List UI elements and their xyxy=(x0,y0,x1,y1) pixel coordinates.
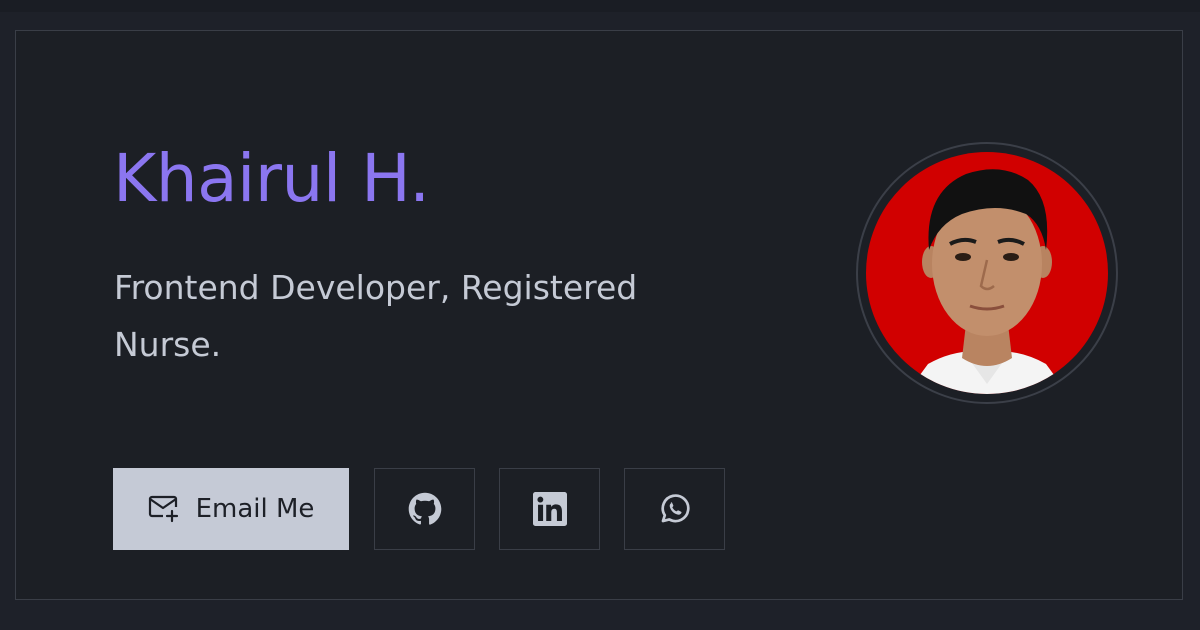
email-me-button[interactable]: Email Me xyxy=(113,468,349,550)
mail-plus-icon xyxy=(148,494,180,524)
whatsapp-button[interactable] xyxy=(624,468,725,550)
profile-subtitle: Frontend Developer, Registered Nurse. xyxy=(114,268,638,364)
profile-card: Khairul H. Frontend Developer, Registere… xyxy=(15,30,1183,600)
email-me-label: Email Me xyxy=(195,494,315,524)
avatar-photo xyxy=(866,152,1108,394)
whatsapp-icon xyxy=(658,492,692,526)
top-strip xyxy=(0,0,1200,12)
avatar-ring xyxy=(856,142,1118,404)
page: Khairul H. Frontend Developer, Registere… xyxy=(0,0,1200,630)
avatar xyxy=(866,152,1108,394)
linkedin-button[interactable] xyxy=(499,468,600,550)
github-button[interactable] xyxy=(374,468,475,550)
linkedin-icon xyxy=(532,492,567,526)
github-icon xyxy=(408,492,442,526)
profile-name: Khairul H. xyxy=(113,140,430,217)
